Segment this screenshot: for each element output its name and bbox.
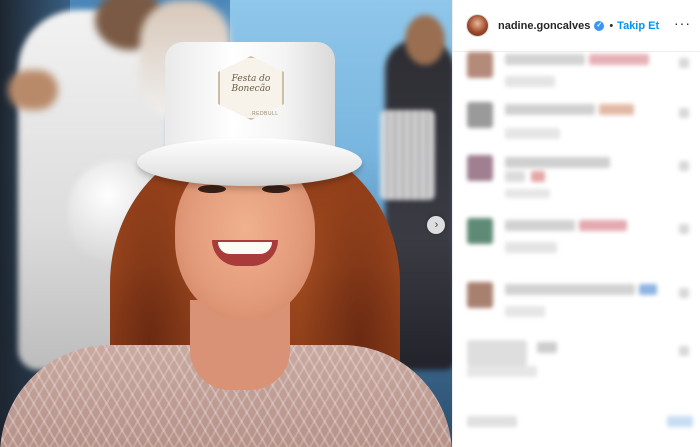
- avatar[interactable]: [466, 14, 489, 37]
- list-item: [467, 282, 697, 322]
- carousel-next-button[interactable]: ›: [427, 216, 445, 234]
- list-item: [467, 410, 697, 447]
- post-photo[interactable]: Festa do Bonecão REDBULL ›: [0, 0, 452, 447]
- list-item: [467, 218, 697, 258]
- hat-badge-line1: Festa do: [231, 74, 271, 84]
- background-musician-head: [405, 15, 445, 65]
- heart-icon[interactable]: [679, 161, 689, 171]
- heart-icon[interactable]: [679, 108, 689, 118]
- list-item: [467, 102, 697, 142]
- hat-badge-text: Festa do Bonecão: [226, 74, 276, 102]
- comment-avatar: [467, 282, 493, 308]
- eye: [198, 185, 226, 193]
- list-item: [467, 155, 697, 198]
- heart-icon[interactable]: [679, 346, 689, 356]
- verified-badge-icon: ✓: [594, 20, 605, 31]
- hat-badge-line2: Bonecão: [231, 84, 271, 94]
- list-item: [467, 52, 697, 92]
- username-link[interactable]: nadine.goncalves: [498, 20, 590, 32]
- comment-avatar: [467, 52, 493, 78]
- accordion: [380, 110, 435, 200]
- comment-avatar: [467, 102, 493, 128]
- eye: [262, 185, 290, 193]
- list-item: [467, 340, 697, 380]
- comment-avatar: [467, 218, 493, 244]
- top-hat-brim: [137, 138, 362, 186]
- teeth: [218, 242, 272, 254]
- heart-icon[interactable]: [679, 224, 689, 234]
- comment-avatar: [467, 340, 527, 366]
- post-header: nadine.goncalves ✓ • Takip Et ···: [453, 0, 700, 52]
- comment-avatar: [467, 155, 493, 181]
- chevron-right-icon: ›: [434, 218, 439, 231]
- hat-brand-text: REDBULL: [252, 111, 279, 117]
- post-sidebar: nadine.goncalves ✓ • Takip Et ···: [452, 0, 700, 447]
- heart-icon[interactable]: [679, 58, 689, 68]
- heart-icon[interactable]: [679, 288, 689, 298]
- background-person-arm: [8, 70, 58, 110]
- follow-button[interactable]: Takip Et: [617, 20, 659, 32]
- more-options-icon[interactable]: ···: [674, 15, 691, 31]
- separator-dot: •: [609, 19, 614, 32]
